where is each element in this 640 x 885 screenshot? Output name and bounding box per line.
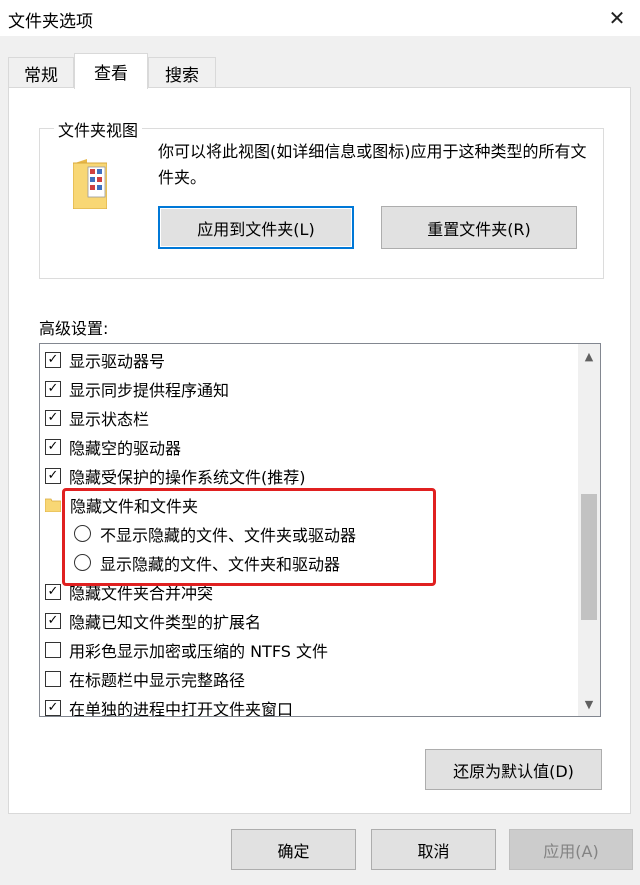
apply-to-folders-button[interactable]: 应用到文件夹(L) (158, 206, 354, 249)
restore-defaults-button[interactable]: 还原为默认值(D) (425, 749, 602, 790)
folder-views-description: 你可以将此视图(如详细信息或图标)应用于这种类型的所有文件夹。 (158, 142, 587, 187)
list-item[interactable]: 显示隐藏的文件、文件夹和驱动器 (74, 548, 340, 577)
folder-icon (45, 498, 61, 512)
list-item-label: 隐藏空的驱动器 (69, 438, 182, 458)
list-item-label: 在单独的进程中打开文件夹窗口 (69, 699, 294, 717)
list-item-label: 隐藏受保护的操作系统文件(推荐) (69, 467, 306, 487)
vertical-scrollbar[interactable]: ▲ ▼ (578, 344, 600, 716)
ok-label: 确定 (277, 841, 310, 861)
scroll-up-button[interactable]: ▲ (578, 344, 600, 368)
apply-button[interactable]: 应用(A) (509, 829, 633, 870)
checkbox[interactable]: ✓ (45, 699, 61, 716)
title-bar: 文件夹选项 ✕ (0, 0, 640, 36)
checkbox[interactable]: ✓ (45, 380, 61, 397)
scroll-down-button[interactable]: ▼ (578, 692, 600, 716)
folder-views-group: 文件夹视图 你可以将此视图(如详细信息或图标)应用于这种类型的所有文件夹。 应用… (39, 117, 604, 279)
reset-folders-button[interactable]: 重置文件夹(R) (381, 206, 577, 249)
checkbox[interactable] (45, 670, 61, 687)
chevron-up-icon: ▲ (584, 349, 594, 363)
list-item-label: 隐藏文件夹合并冲突 (69, 583, 214, 603)
checkbox[interactable]: ✓ (45, 438, 61, 455)
checkbox[interactable]: ✓ (45, 467, 61, 484)
checkbox[interactable]: ✓ (45, 351, 61, 368)
checkbox[interactable] (45, 641, 61, 658)
list-item[interactable]: ✓ 隐藏受保护的操作系统文件(推荐) (45, 461, 306, 490)
radio-button[interactable] (74, 554, 91, 571)
cancel-label: 取消 (417, 841, 450, 861)
checkbox[interactable]: ✓ (45, 612, 61, 629)
advanced-settings-list[interactable]: ✓ 显示驱动器号 ✓ 显示同步提供程序通知 ✓ 显示状态栏 ✓ 隐藏空的驱动器 … (39, 343, 601, 717)
chevron-down-icon: ▼ (584, 697, 594, 711)
scrollbar-thumb[interactable] (581, 494, 597, 620)
list-item[interactable]: ✓ 显示驱动器号 (45, 345, 165, 374)
checkbox[interactable]: ✓ (45, 409, 61, 426)
list-item[interactable]: ✓ 隐藏已知文件类型的扩展名 (45, 606, 261, 635)
close-icon: ✕ (608, 6, 626, 30)
list-item-label: 显示驱动器号 (69, 351, 166, 371)
apply-to-folders-label: 应用到文件夹(L) (197, 219, 315, 239)
view-tab-panel: 文件夹视图 你可以将此视图(如详细信息或图标)应用于这种类型的所有文件夹。 应用… (8, 87, 631, 814)
window-title: 文件夹选项 (8, 12, 93, 32)
tab-search-label: 搜索 (165, 66, 199, 86)
apply-label: 应用(A) (543, 841, 599, 861)
list-item[interactable]: 不显示隐藏的文件、文件夹或驱动器 (74, 519, 356, 548)
folder-views-label: 文件夹视图 (54, 117, 143, 141)
tab-view-label: 查看 (94, 64, 128, 84)
tab-view[interactable]: 查看 (74, 53, 148, 89)
list-item[interactable]: ✓ 显示同步提供程序通知 (45, 374, 229, 403)
list-item[interactable]: ✓ 隐藏空的驱动器 (45, 432, 181, 461)
list-item-label: 在标题栏中显示完整路径 (69, 670, 246, 690)
checkbox[interactable]: ✓ (45, 583, 61, 600)
ok-button[interactable]: 确定 (231, 829, 356, 870)
radio-button[interactable] (74, 525, 91, 542)
list-item[interactable]: 用彩色显示加密或压缩的 NTFS 文件 (45, 635, 328, 664)
list-item[interactable]: ✓ 在单独的进程中打开文件夹窗口 (45, 693, 294, 717)
list-item-label: 显示隐藏的文件、文件夹和驱动器 (100, 554, 341, 574)
folder-view-icon (73, 159, 107, 209)
cancel-button[interactable]: 取消 (371, 829, 496, 870)
list-item-label: 显示状态栏 (69, 409, 150, 429)
list-item-label: 不显示隐藏的文件、文件夹或驱动器 (100, 525, 357, 545)
tab-search[interactable]: 搜索 (148, 57, 216, 89)
restore-defaults-label: 还原为默认值(D) (453, 761, 574, 781)
reset-folders-label: 重置文件夹(R) (427, 219, 531, 239)
list-item-label: 隐藏文件和文件夹 (70, 496, 199, 516)
list-item[interactable]: 在标题栏中显示完整路径 (45, 664, 245, 693)
advanced-settings-label: 高级设置: (39, 319, 109, 338)
list-item-label: 用彩色显示加密或压缩的 NTFS 文件 (69, 641, 328, 661)
close-button[interactable]: ✕ (594, 0, 640, 36)
list-item[interactable]: ✓ 显示状态栏 (45, 403, 149, 432)
list-item-label: 隐藏已知文件类型的扩展名 (69, 612, 262, 632)
tab-general[interactable]: 常规 (8, 57, 74, 89)
list-item[interactable]: ✓ 隐藏文件夹合并冲突 (45, 577, 213, 606)
list-item-folder-group: 隐藏文件和文件夹 (45, 490, 198, 519)
list-item-label: 显示同步提供程序通知 (69, 380, 230, 400)
tab-general-label: 常规 (24, 66, 58, 86)
